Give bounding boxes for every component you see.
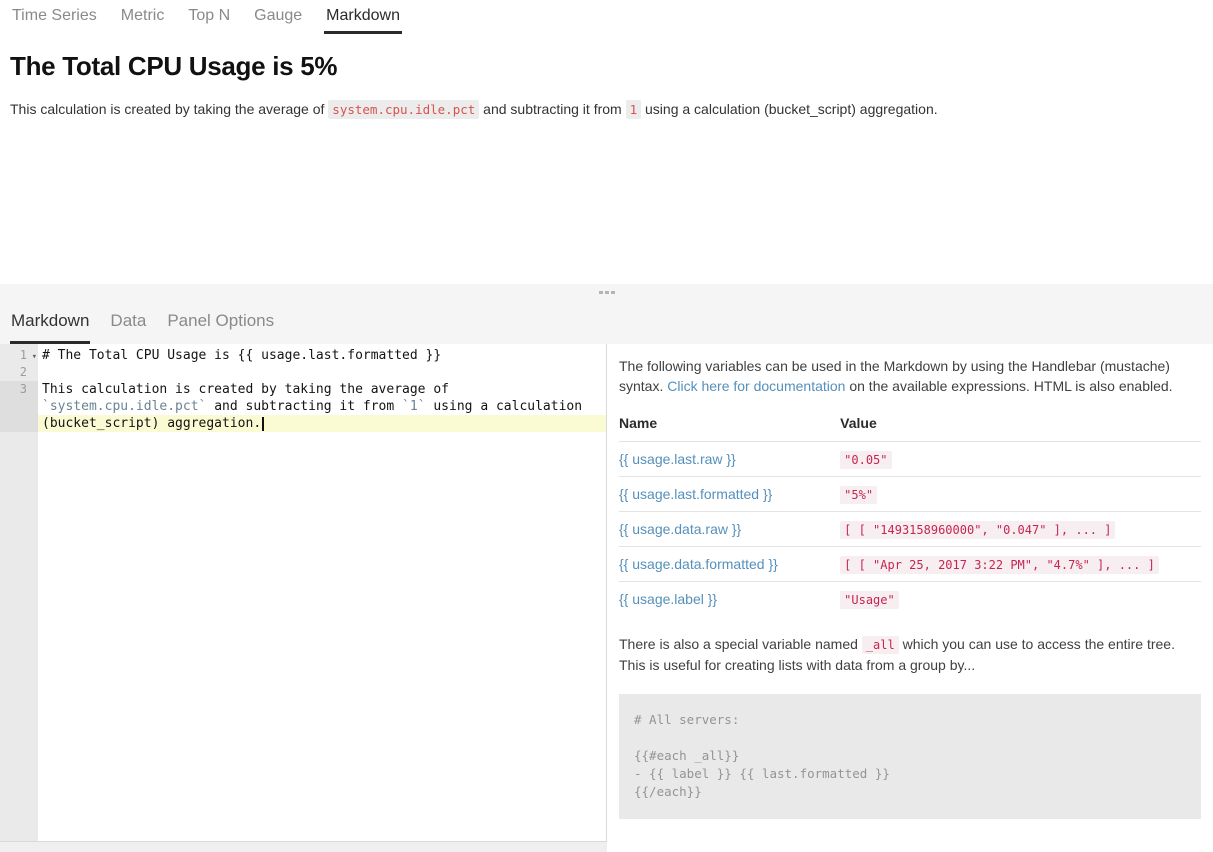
table-header-row: Name Value [619,409,1201,442]
code-text-token: and subtracting it from [206,399,402,414]
gutter-wrap-filler [0,398,38,415]
column-header-name: Name [619,409,840,442]
example-code-block: # All servers: {{#each _all}} - {{ label… [619,694,1201,819]
preview-heading: The Total CPU Usage is 5% [10,51,1203,82]
variable-value: "5%" [840,486,877,504]
preview-text-2: and subtracting it from [479,101,625,117]
editor-gutter: 1 ▾ 2 3 [0,344,38,841]
code-text-token: (bucket_script) aggregation. [42,416,261,431]
variable-name: {{ usage.last.formatted }} [619,486,772,502]
tab-gauge[interactable]: Gauge [252,0,304,34]
all-variable-note: There is also a special variable named _… [619,634,1201,675]
column-header-value: Value [840,409,1201,442]
editor-text-area[interactable]: # The Total CPU Usage is {{ usage.last.f… [38,344,606,841]
editor-bottom-gutter [0,842,607,852]
variable-value: [ [ "1493158960000", "0.047" ], ... ] [840,521,1115,539]
example-line: {{/each}} [634,783,1186,801]
code-line-3-wrap-2: (bucket_script) aggregation. [38,415,606,432]
panel-tabs: Markdown Data Panel Options [0,300,1213,344]
variables-table: Name Value {{ usage.last.raw }} "0.05" {… [619,409,1201,616]
markdown-preview: The Total CPU Usage is 5% This calculati… [0,34,1213,134]
tab-metric[interactable]: Metric [119,0,167,34]
help-intro: The following variables can be used in t… [619,356,1201,396]
table-row: {{ usage.data.raw }} [ [ "1493158960000"… [619,512,1201,547]
variable-value: "0.05" [840,451,891,469]
help-intro-text-2: on the available expressions. HTML is al… [845,378,1172,394]
documentation-link[interactable]: Click here for documentation [667,378,845,394]
markdown-workspace: 1 ▾ 2 3 # The Total CPU Usage is {{ usag… [0,344,1213,852]
line-number: 1 [20,348,27,362]
table-row: {{ usage.data.formatted }} [ [ "Apr 25, … [619,547,1201,582]
panel-tab-data[interactable]: Data [109,300,147,344]
variable-value: "Usage" [840,591,899,609]
code-line-1: # The Total CPU Usage is {{ usage.last.f… [38,347,606,364]
variable-value: [ [ "Apr 25, 2017 3:22 PM", "4.7%" ], ..… [840,556,1159,574]
tab-top-n[interactable]: Top N [186,0,232,34]
table-row: {{ usage.label }} "Usage" [619,582,1201,617]
example-line: {{#each _all}} [634,747,1186,765]
drag-handle-icon[interactable] [599,291,615,294]
code-line-3: This calculation is created by taking th… [38,381,606,398]
example-line: # All servers: [634,711,1186,729]
preview-inline-code-2: 1 [626,100,642,119]
preview-text-3: using a calculation (bucket_script) aggr… [641,101,938,117]
preview-inline-code-1: system.cpu.idle.pct [328,100,479,119]
gutter-line-2: 2 [0,364,38,381]
tab-time-series[interactable]: Time Series [10,0,99,34]
variable-name: {{ usage.data.formatted }} [619,556,778,572]
gutter-line-3: 3 [0,381,38,398]
variables-help-panel: The following variables can be used in t… [607,344,1213,852]
text-cursor [262,417,264,431]
code-backtick-token: `system.cpu.idle.pct` [42,399,206,414]
line-number: 3 [20,382,27,396]
markdown-code-editor[interactable]: 1 ▾ 2 3 # The Total CPU Usage is {{ usag… [0,344,607,842]
gutter-line-1: 1 ▾ [0,347,38,364]
resize-splitter[interactable] [0,284,1213,300]
variable-name: {{ usage.data.raw }} [619,521,741,537]
editor-section: Markdown Data Panel Options 1 ▾ 2 3 [0,284,1213,852]
variable-name: {{ usage.last.raw }} [619,451,736,467]
all-note-text-1: There is also a special variable named [619,636,862,652]
table-row: {{ usage.last.raw }} "0.05" [619,442,1201,477]
line-number: 2 [20,365,27,379]
code-line-2 [38,364,606,381]
gutter-wrap-filler [0,415,38,432]
panel-tab-panel-options[interactable]: Panel Options [166,300,275,344]
preview-text-1: This calculation is created by taking th… [10,101,328,117]
code-line-3-wrap-1: `system.cpu.idle.pct` and subtracting it… [38,398,606,415]
variable-name: {{ usage.label }} [619,591,717,607]
example-line [634,729,1186,747]
editor-column: 1 ▾ 2 3 # The Total CPU Usage is {{ usag… [0,344,607,852]
all-variable-code: _all [862,636,899,654]
example-line: - {{ label }} {{ last.formatted }} [634,765,1186,783]
tab-markdown[interactable]: Markdown [324,0,402,34]
preview-paragraph: This calculation is created by taking th… [10,99,1203,120]
visualization-type-tabs: Time Series Metric Top N Gauge Markdown [0,0,1213,34]
code-text-token: using a calculation [426,399,583,414]
table-row: {{ usage.last.formatted }} "5%" [619,477,1201,512]
panel-tab-markdown[interactable]: Markdown [10,300,90,344]
code-backtick-token: `1` [402,399,425,414]
